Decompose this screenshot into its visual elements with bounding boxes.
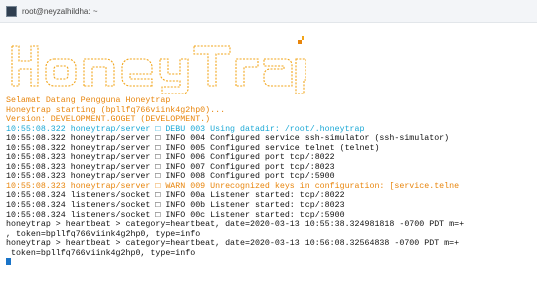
terminal-line: 10:55:08.324 listeners/socket □ INFO 00c…	[6, 210, 345, 220]
terminal-line: honeytrap > heartbeat > category=heartbe…	[6, 220, 465, 230]
terminal-line: token=bpllfq766viink4g2hp0, type=info	[6, 248, 196, 258]
terminal-line: , token=bpllfq766viink4g2hp0, type=info	[6, 229, 201, 239]
terminal-output[interactable]: Selamat Datang Pengguna Honeytrap Honeytr…	[6, 96, 537, 268]
terminal-line: 10:55:08.323 honeytrap/server □ INFO 008…	[6, 172, 335, 182]
terminal-line: 10:55:08.323 honeytrap/server □ WARN 009…	[6, 181, 460, 191]
window-title: root@neyzalhildha: ~	[22, 6, 98, 16]
terminal-line: 10:55:08.323 honeytrap/server □ INFO 006…	[6, 153, 335, 163]
terminal-line: 10:55:08.322 honeytrap/server □ INFO 005…	[6, 143, 380, 153]
window-title-bar: root@neyzalhildha: ~	[0, 0, 537, 23]
terminal-line: 10:55:08.324 listeners/socket □ INFO 00a…	[6, 191, 345, 201]
terminal-line: honeytrap > heartbeat > category=heartbe…	[6, 239, 460, 249]
cursor	[6, 258, 11, 266]
terminal-line: Honeytrap starting (bpllfq766viink4g2hp0…	[6, 105, 226, 115]
terminal-line: 10:55:08.323 honeytrap/server □ INFO 007…	[6, 162, 335, 172]
terminal-line: 10:55:08.322 honeytrap/server □ DEBU 003…	[6, 124, 365, 134]
honeytrap-ascii-logo	[11, 36, 306, 94]
terminal-line: 10:55:08.324 listeners/socket □ INFO 00b…	[6, 201, 345, 211]
terminal-line: 10:55:08.322 honeytrap/server □ INFO 004…	[6, 134, 450, 144]
terminal-cursor-line	[6, 258, 537, 268]
terminal-app-icon	[6, 5, 17, 17]
logo-accent	[298, 36, 304, 44]
terminal-line: Selamat Datang Pengguna Honeytrap	[6, 96, 171, 105]
terminal-line: Version: DEVELOPMENT.GOGET (DEVELOPMENT.…	[6, 115, 211, 125]
